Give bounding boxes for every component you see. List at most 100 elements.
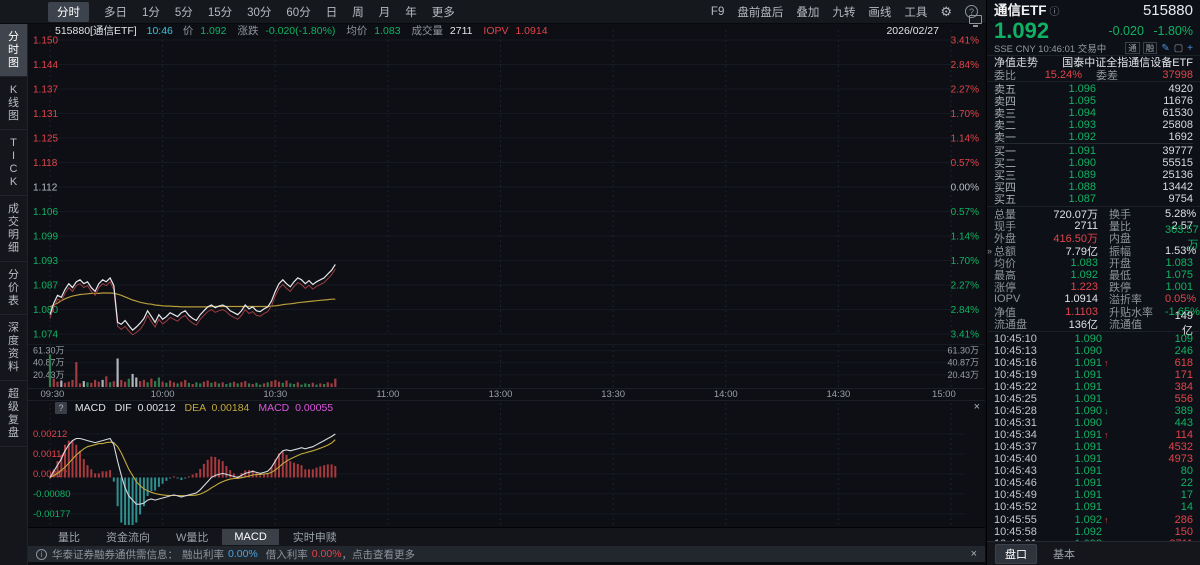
trade-row[interactable]: 10:45:43 1.091 80	[994, 465, 1193, 477]
trade-row[interactable]: 10:45:19 1.091 171	[994, 369, 1193, 381]
indicator-tab-W量比[interactable]: W量比	[176, 529, 208, 545]
period-tab-1[interactable]: 分时	[48, 1, 89, 22]
volume-bar	[300, 384, 303, 387]
period-tab-6[interactable]: 30分	[247, 4, 271, 20]
quote-tab-基本[interactable]: 基本	[1053, 546, 1075, 562]
info-icon[interactable]: ⓘ	[1050, 7, 1060, 18]
period-tab-12[interactable]: 更多	[432, 4, 455, 20]
gear-icon[interactable]: ⚙	[940, 4, 952, 20]
avg-line	[49, 292, 336, 308]
bid-price: 1.090	[1068, 157, 1096, 170]
macd-hist-bar	[225, 466, 228, 478]
period-tab-7[interactable]: 60分	[286, 4, 310, 20]
indicator-tab-资金流向[interactable]: 资金流向	[106, 529, 150, 545]
sidebar-item-6[interactable]: 深度资料	[0, 315, 27, 381]
sidebar-item-5[interactable]: 分价表	[0, 262, 27, 315]
quote-tab-盘口[interactable]: 盘口	[995, 543, 1037, 564]
volume-bar	[304, 383, 307, 387]
sidebar-item-2[interactable]: K线图	[0, 77, 27, 130]
ask-row[interactable]: 卖一 1.092 1692	[994, 130, 1193, 144]
trade-row[interactable]: 10:45:16 1.091 ↑ 618	[994, 357, 1193, 369]
edit-icon[interactable]: ✎	[1161, 43, 1169, 54]
trade-row[interactable]: 10:45:22 1.091 384	[994, 381, 1193, 393]
sidebar-item-3[interactable]: TICK	[0, 130, 27, 196]
volume-bar	[75, 362, 78, 387]
trade-row[interactable]: 10:45:52 1.091 14	[994, 501, 1193, 513]
trade-time: 10:45:31	[994, 417, 1037, 430]
trade-row[interactable]: 10:45:13 1.090 246	[994, 345, 1193, 357]
trade-volume: 389	[1174, 405, 1193, 418]
period-tab-8[interactable]: 日	[326, 4, 338, 20]
indicator-tab-量比[interactable]: 量比	[58, 529, 80, 545]
trade-volume: 109	[1174, 332, 1193, 345]
volume-bar	[274, 379, 277, 387]
iopv-label: IOPV	[483, 25, 509, 37]
price-axis-label: 1.106	[33, 207, 58, 218]
trade-row[interactable]: 10:45:37 1.091 4532	[994, 441, 1193, 453]
add-icon[interactable]: +	[1187, 43, 1193, 54]
collapse-handle-icon[interactable]: »	[987, 246, 992, 256]
notice-more-link[interactable]: ，点击查看更多	[342, 547, 416, 562]
period-tab-11[interactable]: 年	[405, 4, 417, 20]
period-tab-10[interactable]: 月	[379, 4, 391, 20]
avg-label: 均价	[346, 25, 368, 37]
tool-item-5[interactable]: 画线	[868, 4, 891, 20]
chart-section: 分时 多日 1分 5分 15分 30分 60分日周月年更多 F9 盘前盘后 叠加 九转 画线 工具 ⚙ ? …	[0, 0, 986, 565]
ask-volume: 1692	[1168, 130, 1193, 143]
period-tab-4[interactable]: 5分	[175, 4, 193, 20]
volume-bar	[319, 383, 322, 387]
trade-row[interactable]: 10:45:46 1.091 22	[994, 477, 1193, 489]
sidebar-item-1[interactable]: 分时图	[0, 24, 27, 77]
sidebar-item-7[interactable]: 超级复盘	[0, 381, 27, 447]
macd-help-icon[interactable]: ?	[55, 402, 67, 414]
ask-volume: 61530	[1162, 106, 1193, 119]
macd-hist-bar	[94, 473, 97, 478]
trade-row[interactable]: 10:45:55 1.092 ↑ 286	[994, 513, 1193, 526]
market-meta: SSE CNY 10:46:01 交易中	[994, 44, 1107, 55]
indicator-tab-实时申赎[interactable]: 实时申赎	[293, 529, 337, 545]
change-label: 涨跌	[237, 25, 259, 37]
indicator-tab-MACD[interactable]: MACD	[222, 529, 279, 545]
trade-row[interactable]: 10:45:58 1.092 150	[994, 526, 1193, 538]
avg-value: 1.083	[374, 25, 401, 37]
trade-row[interactable]: 10:45:28 1.090 ↓ 389	[994, 405, 1193, 417]
period-tab-9[interactable]: 周	[352, 4, 364, 20]
trade-row[interactable]: 10:45:31 1.090 443	[994, 417, 1193, 429]
bid-row[interactable]: 买五 1.087 9754	[994, 193, 1193, 206]
volume-bar	[217, 383, 220, 387]
period-tab-3[interactable]: 1分	[142, 4, 160, 20]
volume-pane[interactable]: 61.30万 61.30万 40.87万 40.87万 20.43万 20.43万	[28, 344, 985, 389]
tool-item-6[interactable]: 工具	[904, 4, 927, 20]
tool-item-3[interactable]: 叠加	[796, 4, 819, 20]
tool-item-1[interactable]: F9	[711, 6, 724, 18]
sidebar-item-4[interactable]: 成交明细	[0, 196, 27, 262]
trade-price: 1.091	[1074, 477, 1102, 490]
price-chart-pane[interactable]: 515880[通信ETF] 10:46 价 1.092 涨跌 -0.020(-1…	[28, 24, 985, 344]
trade-row[interactable]: 10:45:40 1.091 4973	[994, 453, 1193, 465]
notice-bar[interactable]: i 华泰证券融券通供需信息： 融出利率 0.00% 借入利率 0.00% ，点击…	[28, 546, 985, 562]
macd-close-icon[interactable]: ×	[974, 401, 980, 413]
fund-row[interactable]: 净值走势 国泰中证全指通信设备ETF	[987, 55, 1200, 69]
price-line	[49, 264, 336, 331]
volume-bar	[210, 382, 213, 387]
period-tab-5[interactable]: 15分	[208, 4, 232, 20]
trade-volume: 17	[1180, 489, 1193, 502]
trade-row[interactable]: 10:45:10 1.090 109	[994, 333, 1193, 345]
window-icon[interactable]: ▢	[1174, 43, 1183, 54]
volume-bar	[82, 381, 85, 387]
volume-bar	[176, 383, 179, 387]
tool-item-2[interactable]: 盘前盘后	[737, 4, 783, 20]
trade-price: 1.091	[1074, 393, 1102, 406]
macd-pane[interactable]: ? MACD DIF 0.00212 DEA 0.00184 MACD 0.00…	[28, 400, 985, 527]
volume-bar	[172, 382, 175, 388]
trade-row[interactable]: 10:45:25 1.091 556	[994, 393, 1193, 405]
trade-row[interactable]: 10:45:49 1.091 17	[994, 489, 1193, 501]
notice-close-icon[interactable]: ×	[971, 548, 977, 560]
trade-row[interactable]: 10:45:34 1.091 ↑ 114	[994, 429, 1193, 441]
ask-price: 1.095	[1068, 94, 1096, 107]
volume-bar	[120, 379, 123, 387]
screen-icon[interactable]	[969, 15, 982, 27]
tool-item-4[interactable]: 九转	[832, 4, 855, 20]
price-axis-label: 1.118	[33, 158, 58, 169]
period-tab-2[interactable]: 多日	[104, 4, 127, 20]
